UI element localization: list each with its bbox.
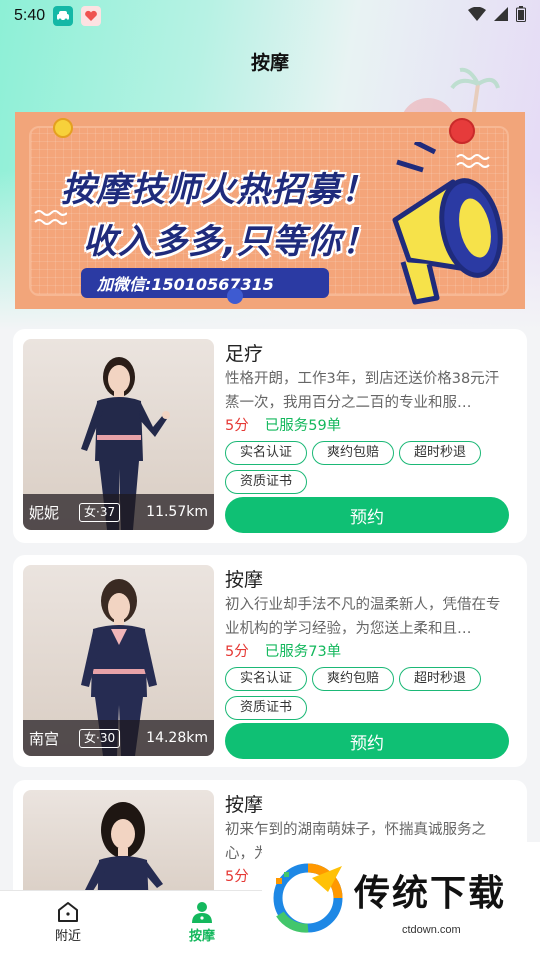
car-app-icon	[53, 6, 74, 26]
service-title: 足疗	[225, 343, 264, 365]
distance-label: 14.28km	[146, 730, 208, 746]
tab-nearby-label: 附近	[54, 929, 81, 944]
distance-label: 11.57km	[146, 504, 208, 520]
tag-instant-refund: 超时秒退	[399, 441, 482, 465]
card-stats: 5分	[225, 865, 249, 886]
tag-certified: 资质证书	[225, 470, 308, 494]
signal-icon	[494, 7, 508, 25]
banner-headline: 按摩技师火热招募！	[61, 170, 376, 210]
therapist-name: 南宫	[29, 729, 60, 748]
wifi-icon	[468, 6, 486, 25]
watermark-url: ctdown.com	[402, 924, 461, 936]
status-bar: 5:40	[0, 0, 540, 32]
rating-label: 5分	[225, 418, 249, 434]
therapist-card[interactable]: 南宫 女·30 14.28km 按摩 初入行业却手法不凡的温柔新人，凭借在专业机…	[13, 555, 527, 767]
gender-age-badge: 女·30	[79, 728, 121, 748]
yellow-dot-decoration	[53, 118, 73, 138]
tag-verified: 实名认证	[225, 667, 308, 691]
blue-dot-decoration	[227, 288, 243, 304]
megaphone-icon	[392, 142, 503, 305]
served-count: 已服务59单	[264, 418, 342, 434]
therapist-info-overlay: 妮妮 女·37 11.57km	[23, 494, 214, 530]
tag-instant-refund: 超时秒退	[399, 667, 482, 691]
heart-app-icon	[81, 6, 102, 26]
watermark-overlay: 传统下载 ctdown.com	[262, 842, 540, 942]
tag-list: 实名认证 爽约包赔 超时秒退 资质证书	[225, 441, 515, 494]
rating-label: 5分	[225, 869, 249, 885]
service-description: 性格开朗，工作3年，到店还送价格38元汗蒸一次，我用百分之二百的专业和服…	[225, 371, 500, 411]
banner-contact: 加微信:15010567315	[81, 268, 329, 298]
recruitment-banner[interactable]: 按摩技师火热招募！ 收入多多,只等你！ 加微信:15010567315	[15, 112, 525, 309]
tag-verified: 实名认证	[225, 441, 308, 465]
therapist-photo[interactable]: 南宫 女·30 14.28km	[23, 565, 214, 756]
red-dot-decoration	[449, 118, 475, 144]
tab-nearby[interactable]: 附近	[28, 899, 108, 944]
served-count: 已服务73单	[264, 644, 342, 660]
book-button[interactable]: 预约	[225, 723, 509, 759]
watermark-brand: 传统下载	[354, 873, 507, 914]
rating-label: 5分	[225, 644, 249, 660]
service-description: 初入行业却手法不凡的温柔新人，凭借在专业机构的学习经验，为您送上柔和且…	[225, 597, 501, 637]
home-icon	[28, 899, 108, 925]
wave-decoration-icon	[34, 210, 67, 225]
tab-massage[interactable]: 按摩	[162, 899, 242, 944]
banner-subheadline: 收入多多,只等你！	[83, 222, 377, 262]
battery-icon	[516, 6, 526, 26]
watermark-logo-icon	[273, 863, 343, 933]
card-stats: 5分 已服务73单	[225, 640, 341, 661]
status-time: 5:40	[14, 7, 46, 24]
service-title: 按摩	[225, 569, 264, 591]
therapist-card[interactable]: 妮妮 女·37 11.57km 足疗 性格开朗，工作3年，到店还送价格38元汗蒸…	[13, 329, 527, 543]
user-icon	[162, 899, 242, 925]
tag-no-show-compensation: 爽约包赔	[312, 441, 395, 465]
tab-massage-label: 按摩	[188, 929, 215, 944]
tag-certified: 资质证书	[225, 696, 308, 720]
therapist-name: 妮妮	[29, 503, 60, 522]
gender-age-badge: 女·37	[79, 502, 121, 522]
tag-no-show-compensation: 爽约包赔	[312, 667, 395, 691]
service-title: 按摩	[225, 794, 264, 816]
card-stats: 5分 已服务59单	[225, 414, 341, 435]
book-button[interactable]: 预约	[225, 497, 509, 533]
tag-list: 实名认证 爽约包赔 超时秒退 资质证书	[225, 667, 515, 720]
therapist-info-overlay: 南宫 女·30 14.28km	[23, 720, 214, 756]
therapist-photo[interactable]: 妮妮 女·37 11.57km	[23, 339, 214, 530]
